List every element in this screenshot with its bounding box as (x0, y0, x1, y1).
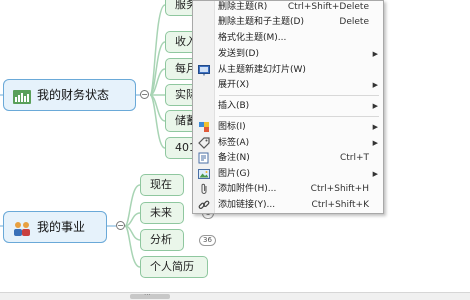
main-topic-label: 我的事业 (37, 220, 86, 234)
menu-item-delete-topic-and-subtopics[interactable]: 删除主题和子主题(D) Delete (193, 14, 383, 30)
submenu-arrow-icon: ▶ (372, 123, 378, 131)
menu-item-notes[interactable]: 备注(N) Ctrl+T (193, 150, 383, 166)
menu-item-label: 图标(I) (218, 122, 246, 132)
menu-separator (219, 95, 379, 96)
horizontal-scrollbar[interactable]: ... (0, 289, 470, 300)
collapse-toggle-finance[interactable]: − (140, 90, 149, 99)
paperclip-icon (198, 183, 210, 195)
note-icon (198, 152, 210, 164)
menu-item-label: 标签(A) (218, 138, 250, 148)
scrollbar-grip: ... (144, 289, 151, 297)
menu-item-add-link[interactable]: 添加链接(Y)... Ctrl+Shift+K (193, 197, 383, 213)
analysis-count-badge[interactable]: 36 (199, 235, 216, 246)
menu-item-add-attachment[interactable]: 添加附件(H)... Ctrl+Shift+H (193, 181, 383, 197)
subtopic-now[interactable]: 现在 (140, 174, 184, 196)
menu-item-shortcut: Delete (339, 17, 369, 27)
picture-icon (198, 168, 210, 180)
menu-item-shortcut: Ctrl+Shift+H (310, 184, 369, 194)
menu-item-tags[interactable]: 标签(A) ▶ (193, 135, 383, 151)
menu-item-delete-topic[interactable]: 删除主题(R) Ctrl+Shift+Delete (193, 1, 383, 15)
menu-item-send-to[interactable]: 发送到(D) ▶ (193, 46, 383, 62)
menu-item-new-slide[interactable]: 从主题新建幻灯片(W) (193, 62, 383, 78)
subtopic-analysis[interactable]: 分析 (140, 229, 184, 251)
main-topic-label: 我的财务状态 (37, 88, 110, 102)
menu-item-label: 发送到(D) (218, 49, 259, 59)
context-menu: 删除主题(R) Ctrl+Shift+Delete 删除主题和子主题(D) De… (192, 0, 384, 214)
menu-item-format-topic[interactable]: 格式化主题(M)... (193, 30, 383, 46)
menu-item-label: 备注(N) (218, 153, 250, 163)
menu-item-label: 格式化主题(M)... (218, 33, 287, 43)
menu-item-expand[interactable]: 展开(X) ▶ (193, 77, 383, 93)
menu-item-label: 从主题新建幻灯片(W) (218, 65, 306, 75)
slide-icon (198, 64, 210, 76)
submenu-arrow-icon: ▶ (372, 102, 378, 110)
submenu-arrow-icon: ▶ (372, 81, 378, 89)
menu-separator (219, 116, 379, 117)
menu-item-icons[interactable]: 图标(I) ▶ (193, 119, 383, 135)
main-topic-finance[interactable]: 我的财务状态 (3, 79, 136, 111)
menu-item-shortcut: Ctrl+Shift+Delete (287, 2, 369, 12)
people-icon (12, 219, 32, 237)
menu-item-label: 删除主题和子主题(D) (218, 17, 304, 27)
submenu-arrow-icon: ▶ (372, 139, 378, 147)
menu-item-label: 添加附件(H)... (218, 184, 277, 194)
collapse-toggle-career[interactable]: − (116, 221, 125, 230)
submenu-arrow-icon: ▶ (372, 170, 378, 178)
subtopic-resume[interactable]: 个人简历 (140, 256, 208, 278)
menu-item-label: 展开(X) (218, 80, 250, 90)
menu-item-label: 添加链接(Y)... (218, 200, 276, 210)
link-icon (198, 199, 210, 211)
finance-chart-icon (12, 87, 32, 105)
menu-item-label: 图片(G) (218, 169, 250, 179)
menu-item-insert[interactable]: 插入(B) ▶ (193, 98, 383, 114)
main-topic-career[interactable]: 我的事业 (3, 211, 107, 243)
menu-item-shortcut: Ctrl+T (339, 153, 369, 163)
menu-item-label: 插入(B) (218, 101, 250, 111)
tag-icon (198, 137, 210, 149)
menu-item-picture[interactable]: 图片(G) ▶ (193, 166, 383, 182)
subtopic-future[interactable]: 未来 (140, 202, 184, 224)
menu-item-label: 删除主题(R) (218, 2, 268, 12)
submenu-arrow-icon: ▶ (372, 50, 378, 58)
icon-marker-icon (198, 121, 210, 133)
menu-item-shortcut: Ctrl+Shift+K (311, 200, 369, 210)
